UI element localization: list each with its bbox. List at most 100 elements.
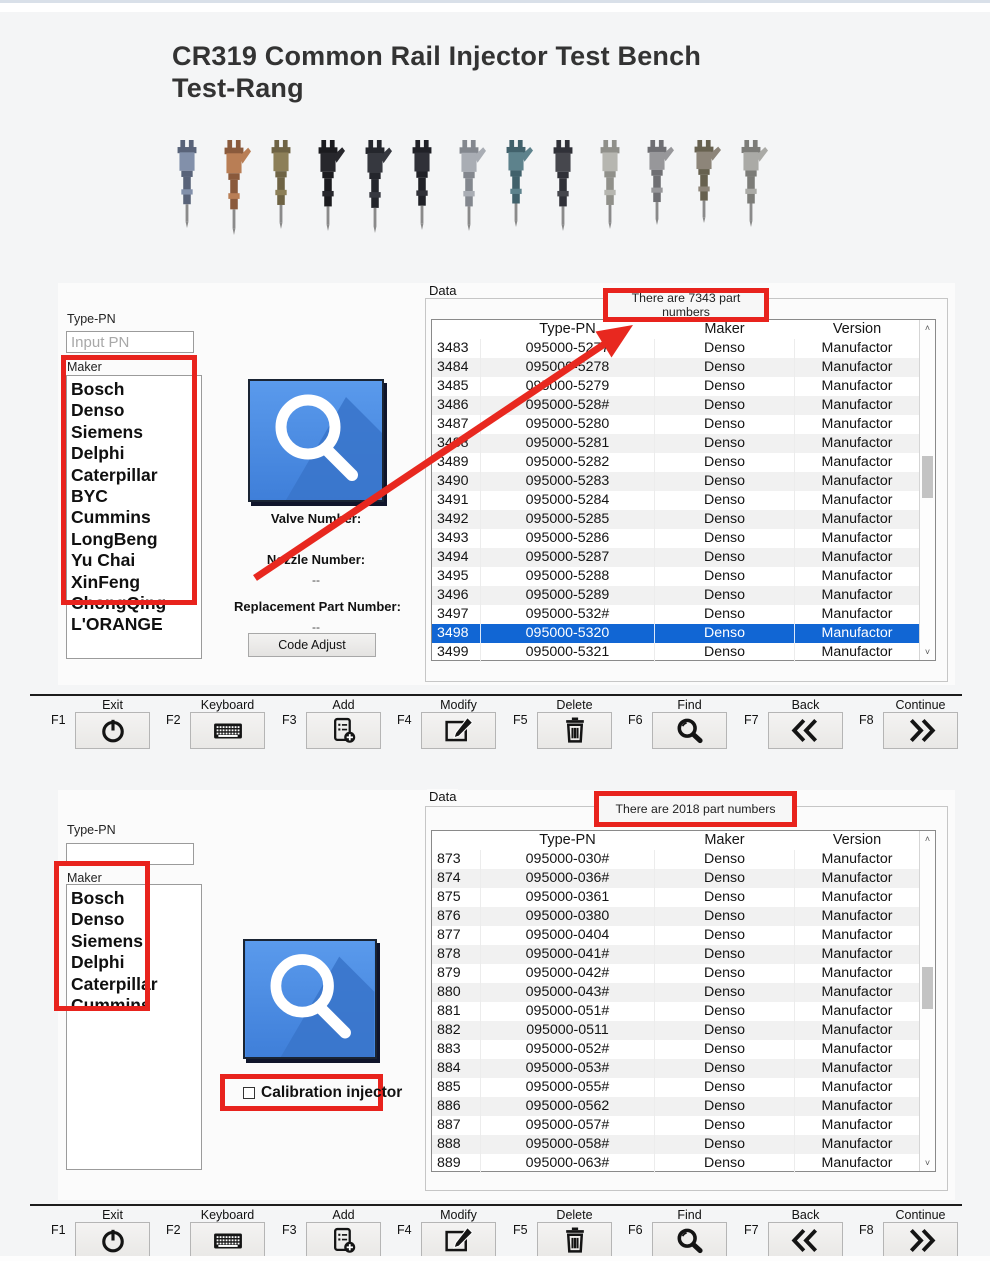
continue-button[interactable] [883,712,958,749]
add-button[interactable] [306,1222,381,1259]
table-row[interactable]: 876 095000-0380 Denso Manufactor [432,907,919,926]
continue-button[interactable] [883,1222,958,1259]
type-pn-input[interactable] [66,331,194,353]
table-row[interactable]: 884 095000-053# Denso Manufactor [432,1059,919,1078]
table-row[interactable]: 889 095000-063# Denso Manufactor [432,1154,919,1173]
table-cell: 886 [437,1098,461,1114]
maker-item[interactable]: Cummins [69,507,199,528]
exit-button[interactable] [75,1222,150,1259]
maker-item[interactable]: L'ORANGE [69,614,199,635]
scroll-up-arrow[interactable]: ˄ [920,831,935,847]
maker-item[interactable]: Caterpillar [69,465,199,486]
table-row[interactable]: 3499 095000-5321 Denso Manufactor [432,643,919,662]
maker-item[interactable]: Siemens [69,931,199,952]
table-row[interactable]: 3492 095000-5285 Denso Manufactor [432,510,919,529]
table-row[interactable]: 887 095000-057# Denso Manufactor [432,1116,919,1135]
scroll-thumb[interactable] [922,456,933,498]
data-group-label: Data [427,283,459,298]
maker-item[interactable]: Delphi [69,443,199,464]
table-row[interactable]: 3491 095000-5284 Denso Manufactor [432,491,919,510]
table-row[interactable]: 3493 095000-5286 Denso Manufactor [432,529,919,548]
table-row[interactable]: 3494 095000-5287 Denso Manufactor [432,548,919,567]
maker-item[interactable]: Denso [69,909,199,930]
table-cell: Denso [654,1059,794,1078]
table-row[interactable]: 882 095000-0511 Denso Manufactor [432,1021,919,1040]
table-row[interactable]: 874 095000-036# Denso Manufactor [432,869,919,888]
table-row[interactable]: 3497 095000-532# Denso Manufactor [432,605,919,624]
delete-button[interactable] [537,1222,612,1259]
modify-button[interactable] [421,712,496,749]
table-cell: 095000-041# [480,945,654,964]
injector-image [506,140,533,227]
find-button[interactable] [652,712,727,749]
fkey-label: Delete [556,698,593,712]
modify-button[interactable] [421,1222,496,1259]
table-row[interactable]: 3485 095000-5279 Denso Manufactor [432,377,919,396]
table-row[interactable]: 880 095000-043# Denso Manufactor [432,983,919,1002]
maker-item[interactable]: Denso [69,400,199,421]
table-row[interactable]: 885 095000-055# Denso Manufactor [432,1078,919,1097]
table-cell: Manufactor [794,869,919,888]
type-pn-input[interactable] [66,843,194,865]
table-row[interactable]: 875 095000-0361 Denso Manufactor [432,888,919,907]
table-cell: 877 [437,927,461,943]
table-scrollbar[interactable]: ˄ ˅ [919,831,935,1171]
table-row[interactable]: 877 095000-0404 Denso Manufactor [432,926,919,945]
table-row[interactable]: 873 095000-030# Denso Manufactor [432,850,919,869]
keyboard-button[interactable] [190,1222,265,1259]
table-row[interactable]: 883 095000-052# Denso Manufactor [432,1040,919,1059]
table-row[interactable]: 3488 095000-5281 Denso Manufactor [432,434,919,453]
table-cell: Manufactor [794,1040,919,1059]
table-row[interactable]: 3486 095000-528# Denso Manufactor [432,396,919,415]
fkey-cell-add: Add F3 [276,1206,382,1261]
exit-button[interactable] [75,712,150,749]
code-adjust-button[interactable]: Code Adjust [248,633,376,657]
table-row[interactable]: 878 095000-041# Denso Manufactor [432,945,919,964]
maker-item[interactable]: Cummins [69,995,199,1016]
delete-button[interactable] [537,712,612,749]
search-button[interactable] [248,379,384,502]
table-row[interactable]: 3496 095000-5289 Denso Manufactor [432,586,919,605]
table-cell: Denso [654,1154,794,1173]
fkey-label: Back [791,698,820,712]
table-row[interactable]: 3498 095000-5320 Denso Manufactor [432,624,919,643]
maker-item[interactable]: Yu Chai [69,550,199,571]
maker-item[interactable]: Bosch [69,379,199,400]
scroll-down-arrow[interactable]: ˅ [920,1155,935,1171]
fkey-label: Keyboard [200,1208,255,1222]
table-cell: 095000-063# [480,1154,654,1173]
table-row[interactable]: 3489 095000-5282 Denso Manufactor [432,453,919,472]
scroll-thumb[interactable] [922,967,933,1009]
maker-item[interactable]: XinFeng [69,572,199,593]
maker-item[interactable]: Caterpillar [69,974,199,995]
table-scrollbar[interactable]: ˄ ˅ [919,320,935,660]
table-row[interactable]: 879 095000-042# Denso Manufactor [432,964,919,983]
maker-item[interactable]: ChongQing [69,593,199,614]
keyboard-button[interactable] [190,712,265,749]
table-row[interactable]: 3495 095000-5288 Denso Manufactor [432,567,919,586]
maker-item[interactable]: Bosch [69,888,199,909]
table-row[interactable]: 3483 095000-5277 Denso Manufactor [432,339,919,358]
maker-item[interactable]: Siemens [69,422,199,443]
table-cell: Manufactor [794,850,919,869]
search-button[interactable] [243,939,377,1059]
table-row[interactable]: 881 095000-051# Denso Manufactor [432,1002,919,1021]
table-row[interactable]: 3487 095000-5280 Denso Manufactor [432,415,919,434]
maker-item[interactable]: LongBeng [69,529,199,550]
add-button[interactable] [306,712,381,749]
table-row[interactable]: 888 095000-058# Denso Manufactor [432,1135,919,1154]
table-cell: Manufactor [794,510,919,529]
back-button[interactable] [768,1222,843,1259]
table-cell: Manufactor [794,983,919,1002]
maker-item[interactable]: BYC [69,486,199,507]
table-row[interactable]: 3490 095000-5283 Denso Manufactor [432,472,919,491]
table-row[interactable]: 3484 095000-5278 Denso Manufactor [432,358,919,377]
table-row[interactable]: 886 095000-0562 Denso Manufactor [432,1097,919,1116]
maker-item[interactable]: Delphi [69,952,199,973]
calibration-checkbox[interactable] [243,1087,255,1099]
scroll-up-arrow[interactable]: ˄ [920,320,935,336]
find-button[interactable] [652,1222,727,1259]
table-cell: 095000-5321 [480,643,654,662]
back-button[interactable] [768,712,843,749]
scroll-down-arrow[interactable]: ˅ [920,644,935,660]
